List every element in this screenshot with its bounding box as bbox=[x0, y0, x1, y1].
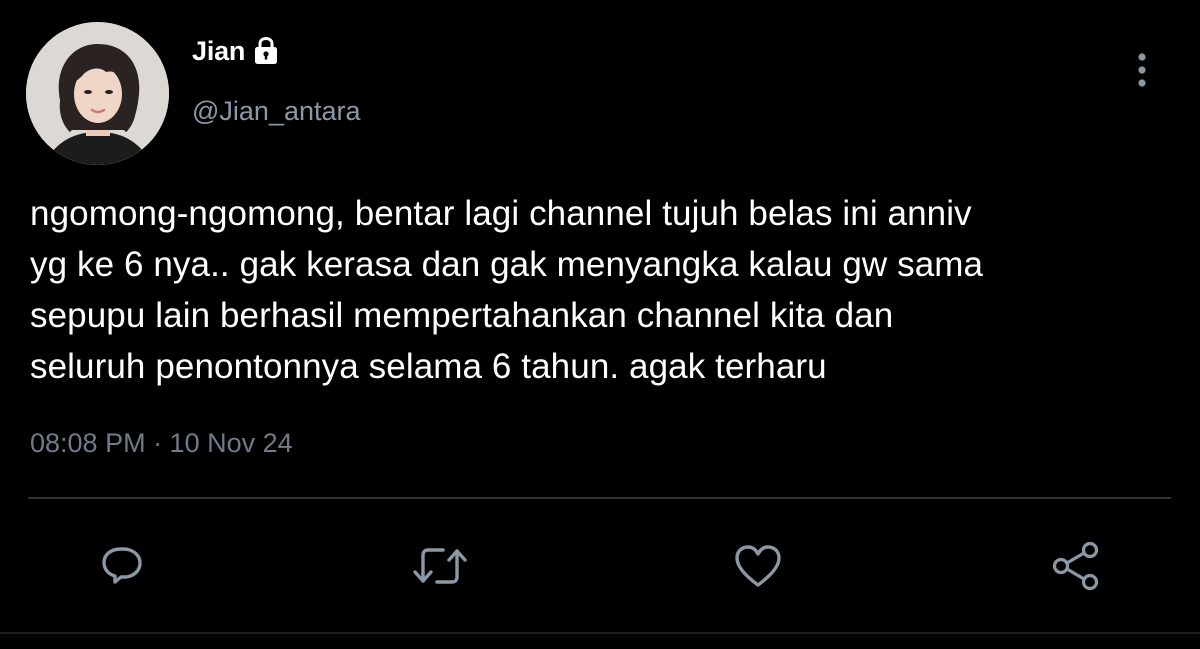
tweet-text: ngomong-ngomong, bentar lagi channel tuj… bbox=[30, 188, 1180, 392]
divider bbox=[0, 632, 1200, 634]
more-vertical-icon[interactable] bbox=[1128, 50, 1156, 90]
lock-icon bbox=[253, 36, 279, 66]
heart-icon bbox=[732, 542, 784, 595]
avatar[interactable] bbox=[26, 22, 169, 165]
divider bbox=[28, 497, 1171, 499]
reply-icon bbox=[97, 541, 147, 596]
share-icon bbox=[1048, 538, 1104, 599]
share-button[interactable] bbox=[1046, 538, 1106, 598]
retweet-button[interactable] bbox=[410, 538, 470, 598]
reply-button[interactable] bbox=[92, 538, 152, 598]
tweet-text-line: sepupu lain berhasil mempertahankan chan… bbox=[30, 296, 894, 335]
like-button[interactable] bbox=[728, 538, 788, 598]
action-bar bbox=[0, 538, 1200, 598]
tweet-timestamp[interactable]: 08:08 PM · 10 Nov 24 bbox=[30, 428, 293, 459]
tweet-card: Jian @Jian_antara ngomong-ngomong, benta… bbox=[0, 0, 1200, 649]
tweet-text-line: ngomong-ngomong, bentar lagi channel tuj… bbox=[30, 194, 972, 233]
tweet-text-line: seluruh penontonnya selama 6 tahun. agak… bbox=[30, 347, 827, 386]
tweet-text-line: yg ke 6 nya.. gak kerasa dan gak menyang… bbox=[30, 245, 984, 284]
retweet-icon bbox=[409, 541, 471, 596]
display-name[interactable]: Jian bbox=[192, 36, 245, 67]
user-handle[interactable]: @Jian_antara bbox=[192, 96, 361, 127]
name-row: Jian bbox=[192, 36, 279, 67]
